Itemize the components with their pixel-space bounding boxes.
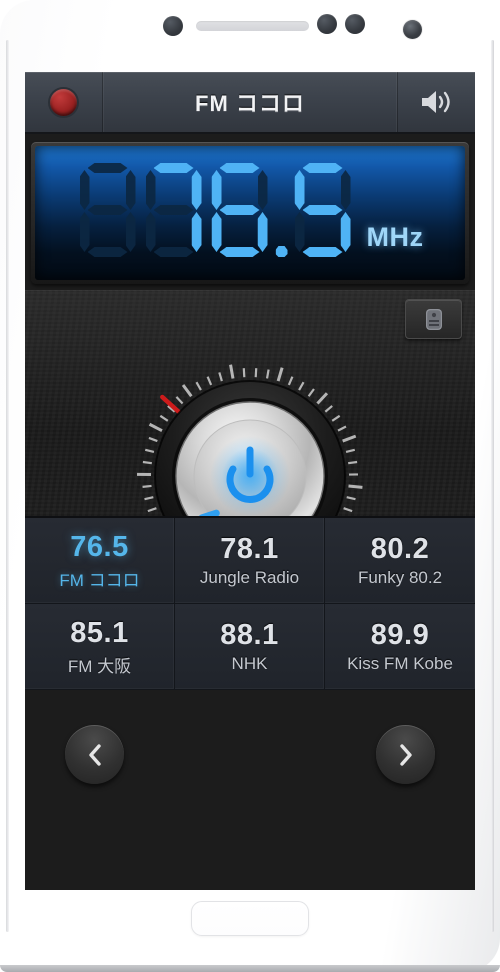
front-camera-icon xyxy=(403,20,422,39)
home-button[interactable] xyxy=(191,901,309,936)
power-button[interactable] xyxy=(25,72,103,132)
lcd-bezel: MHz xyxy=(31,142,469,284)
preset-station-name: Funky 80.2 xyxy=(357,568,443,587)
digit-3 xyxy=(292,161,354,259)
earpiece-speaker xyxy=(196,21,309,31)
preset-station-name: Kiss FM Kobe xyxy=(347,654,453,673)
digit-2 xyxy=(209,161,271,259)
lock-button[interactable] xyxy=(405,299,462,339)
chevron-left-icon xyxy=(88,743,101,766)
preset-frequency: 89.9 xyxy=(370,619,430,651)
decimal-point xyxy=(275,161,290,259)
preset-button-4[interactable]: 85.1 FM 大阪 xyxy=(25,604,175,690)
preset-button-5[interactable]: 88.1 NHK xyxy=(175,604,325,690)
frequency-unit-label: MHz xyxy=(366,222,424,252)
frequency-digits xyxy=(77,161,358,259)
phone-top-bezel xyxy=(0,0,500,72)
phone-bottom-edge xyxy=(0,965,500,972)
digit-1 xyxy=(143,161,205,259)
preset-frequency: 76.5 xyxy=(70,530,129,563)
led-indicator-icon xyxy=(345,14,365,34)
preset-station-name: FM ココロ xyxy=(59,570,140,590)
preset-button-6[interactable]: 89.9 Kiss FM Kobe xyxy=(325,604,475,690)
preset-frequency: 85.1 xyxy=(70,616,129,649)
chevron-right-icon xyxy=(399,743,412,766)
power-led-icon xyxy=(50,88,77,116)
light-sensor-icon xyxy=(317,14,337,34)
preset-station-name: FM 大阪 xyxy=(67,656,132,676)
frequency-display[interactable]: MHz xyxy=(35,146,465,280)
preset-button-2[interactable]: 78.1 Jungle Radio xyxy=(175,518,325,604)
power-icon xyxy=(222,446,278,504)
tuner-panel: 76.5 FM ココロ 78.1 Jungle Radio 80.2 Funky… xyxy=(25,290,475,784)
phone-edge-right xyxy=(491,40,494,932)
preset-frequency: 80.2 xyxy=(370,533,430,565)
prev-station-button[interactable] xyxy=(65,725,124,784)
preset-station-name: NHK xyxy=(231,654,268,673)
preset-frequency: 78.1 xyxy=(220,533,279,565)
digit-placeholder xyxy=(77,161,139,259)
preset-button-1[interactable]: 76.5 FM ココロ xyxy=(25,518,175,604)
phone-screen: FM ココロ MHz 76.5 FM ココロ 78.1 Jungle Radio… xyxy=(25,72,475,890)
proximity-sensor-icon xyxy=(163,16,183,36)
volume-button[interactable] xyxy=(397,72,475,132)
next-station-button[interactable] xyxy=(376,725,435,784)
preset-button-3[interactable]: 80.2 Funky 80.2 xyxy=(325,518,475,604)
app-title: FM ココロ xyxy=(195,91,305,116)
lock-icon xyxy=(425,309,442,330)
preset-station-name: Jungle Radio xyxy=(199,568,300,587)
preset-grid: 76.5 FM ココロ 78.1 Jungle Radio 80.2 Funky… xyxy=(25,516,475,690)
phone-body: FM ココロ MHz 76.5 FM ココロ 78.1 Jungle Radio… xyxy=(0,0,500,972)
app-titlebar: FM ココロ xyxy=(25,72,475,134)
phone-edge-left xyxy=(6,40,9,932)
speaker-icon xyxy=(421,91,450,113)
preset-frequency: 88.1 xyxy=(220,619,279,651)
